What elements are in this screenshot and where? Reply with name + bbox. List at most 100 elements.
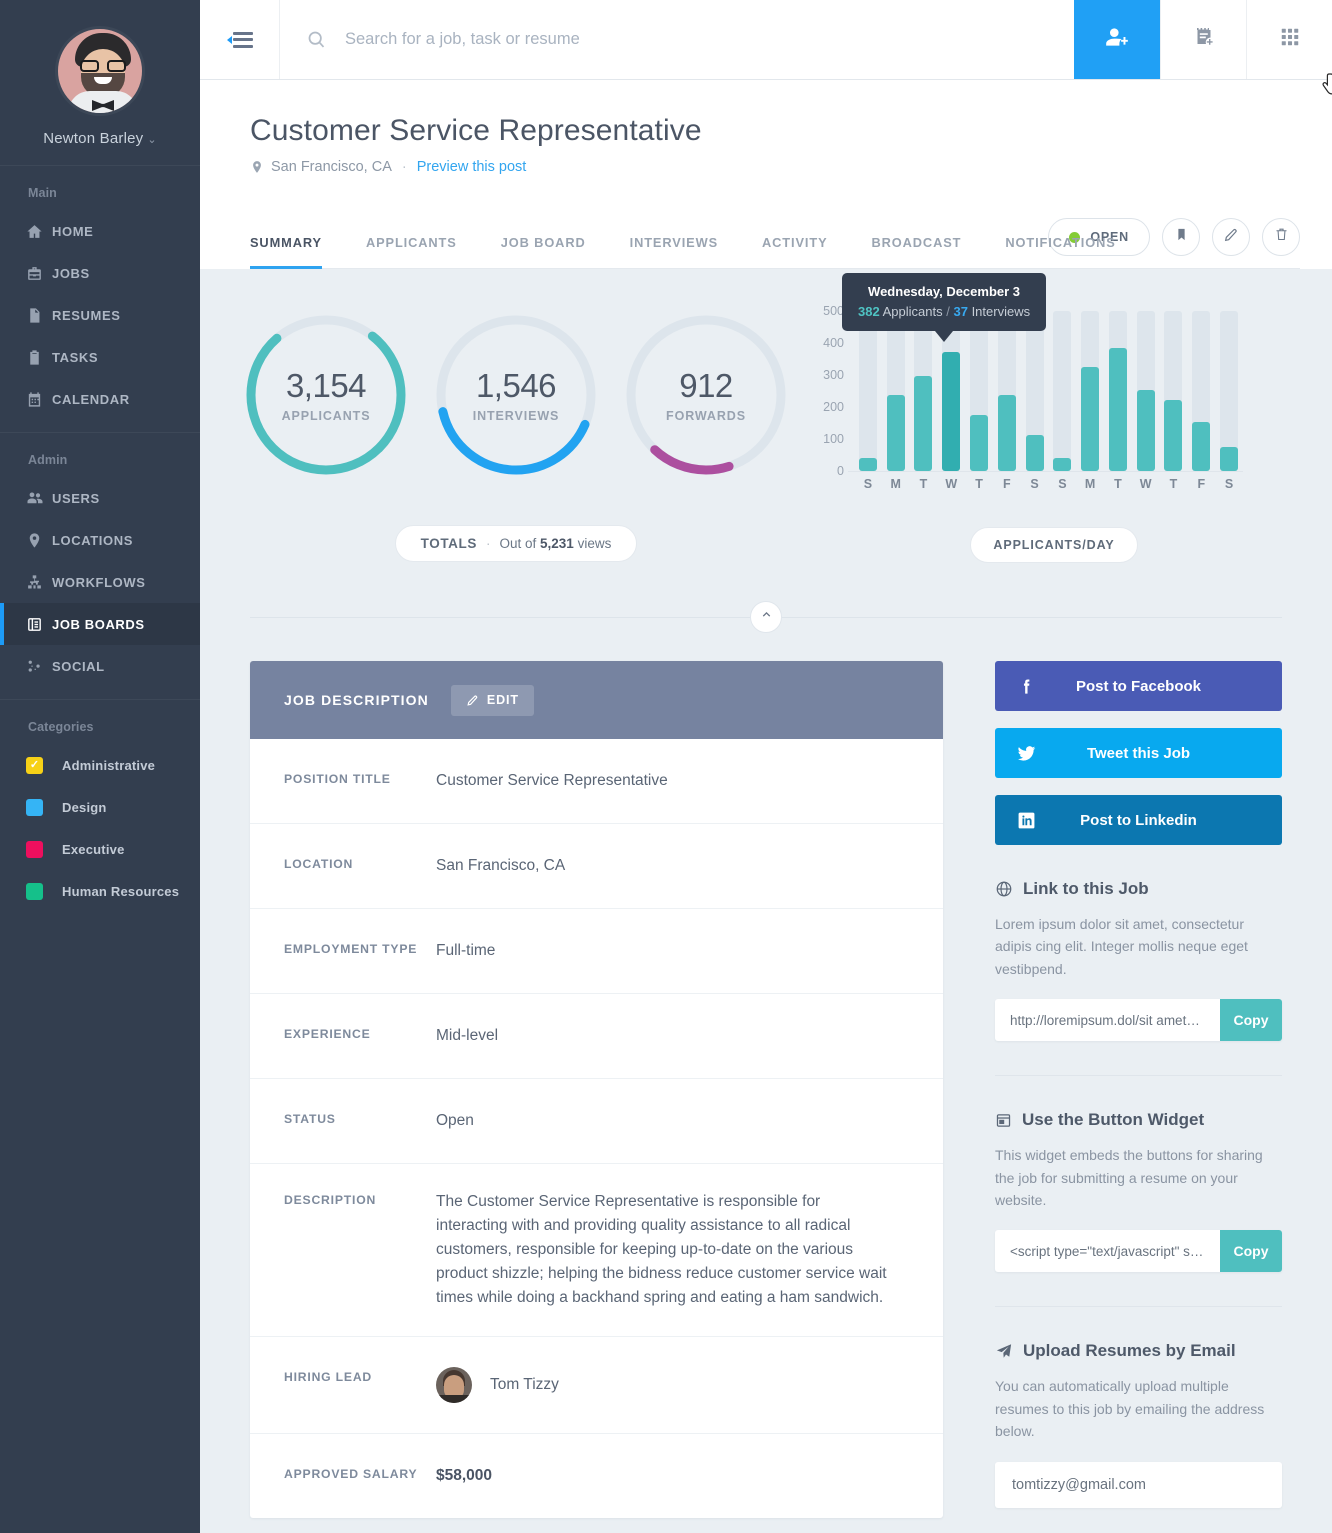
sidebar-item-jobs[interactable]: JOBS bbox=[0, 252, 200, 294]
collapse-toggle-button[interactable] bbox=[750, 601, 782, 633]
chart-bar-slot[interactable] bbox=[1021, 311, 1049, 471]
sidebar-item-home[interactable]: HOME bbox=[0, 210, 200, 252]
job-description-title: JOB DESCRIPTION bbox=[284, 692, 429, 708]
chart-bar-slot[interactable] bbox=[1132, 311, 1160, 471]
search-input[interactable] bbox=[345, 30, 1036, 49]
bookmark-icon bbox=[1174, 227, 1189, 247]
sidebar-item-users[interactable]: USERS bbox=[0, 477, 200, 519]
totals-pill[interactable]: TOTALS · Out of 5,231 views bbox=[395, 525, 638, 562]
sidebar-item-label: LOCATIONS bbox=[52, 533, 133, 548]
tab-summary[interactable]: SUMMARY bbox=[250, 235, 348, 268]
profile-block[interactable]: Newton Barley⌄ bbox=[0, 0, 200, 165]
separator-dot: · bbox=[402, 159, 407, 175]
delete-button[interactable] bbox=[1262, 218, 1300, 256]
chart-tooltip: Wednesday, December 3 382 Applicants / 3… bbox=[842, 273, 1046, 331]
category-item-administrative[interactable]: ✓ Administrative bbox=[0, 744, 200, 786]
field-value: Full-time bbox=[436, 939, 495, 963]
y-tick: 500 bbox=[823, 304, 844, 318]
chart-bar-slot[interactable] bbox=[1187, 311, 1215, 471]
chart-bar-slot[interactable] bbox=[1160, 311, 1188, 471]
tab-interviews[interactable]: INTERVIEWS bbox=[630, 235, 744, 268]
totals-separator: · bbox=[486, 536, 491, 551]
sitemap-icon bbox=[26, 574, 52, 591]
sidebar: Newton Barley⌄ Main HOME JOBS RESUMES TA… bbox=[0, 0, 200, 1533]
tab-activity[interactable]: ACTIVITY bbox=[762, 235, 854, 268]
tab-label: NOTIFICATIONS bbox=[1005, 235, 1115, 250]
field-label: POSITION TITLE bbox=[284, 769, 436, 786]
sidebar-item-job-boards[interactable]: JOB BOARDS bbox=[0, 603, 200, 645]
post-to-linkedin-button[interactable]: Post to Linkedin bbox=[995, 795, 1282, 845]
job-link-input[interactable]: http://loremipsum.dol/sit amet… bbox=[995, 999, 1220, 1041]
board-icon bbox=[26, 616, 52, 633]
job-detail-row: POSITION TITLE Customer Service Represen… bbox=[250, 739, 943, 824]
y-tick: 0 bbox=[837, 464, 844, 478]
chart-bar-slot[interactable] bbox=[965, 311, 993, 471]
edit-button[interactable] bbox=[1212, 218, 1250, 256]
chart-bar-slot[interactable] bbox=[1048, 311, 1076, 471]
checkbox-icon[interactable] bbox=[26, 883, 43, 900]
category-item-design[interactable]: Design bbox=[0, 786, 200, 828]
tab-broadcast[interactable]: BROADCAST bbox=[872, 235, 988, 268]
map-pin-icon bbox=[26, 532, 52, 549]
applicants-per-day-label: APPLICANTS/DAY bbox=[993, 538, 1114, 552]
category-item-human-resources[interactable]: Human Resources bbox=[0, 870, 200, 912]
field-value: The Customer Service Representative is r… bbox=[436, 1190, 896, 1310]
sidebar-item-calendar[interactable]: CALENDAR bbox=[0, 378, 200, 420]
sidebar-item-label: WORKFLOWS bbox=[52, 575, 146, 590]
apps-grid-button[interactable] bbox=[1246, 0, 1332, 79]
section-title: Link to this Job bbox=[1023, 879, 1149, 899]
checkbox-checked-icon[interactable]: ✓ bbox=[26, 757, 43, 774]
chart-bar-slot[interactable] bbox=[1104, 311, 1132, 471]
search-icon bbox=[306, 29, 327, 50]
tweet-this-job-button[interactable]: Tweet this Job bbox=[995, 728, 1282, 778]
bookmark-button[interactable] bbox=[1162, 218, 1200, 256]
add-user-button[interactable] bbox=[1074, 0, 1160, 79]
chart-bar-slot[interactable] bbox=[1076, 311, 1104, 471]
tab-job-board[interactable]: JOB BOARD bbox=[501, 235, 612, 268]
chart-bar bbox=[914, 376, 932, 471]
preview-post-link[interactable]: Preview this post bbox=[417, 159, 527, 175]
sidebar-item-locations[interactable]: LOCATIONS bbox=[0, 519, 200, 561]
x-tick: M bbox=[882, 477, 910, 491]
button-label: Post to Linkedin bbox=[1057, 812, 1282, 829]
sidebar-item-social[interactable]: SOCIAL bbox=[0, 645, 200, 687]
sidebar-item-workflows[interactable]: WORKFLOWS bbox=[0, 561, 200, 603]
chart-bar bbox=[887, 395, 905, 471]
chart-bar-slot[interactable] bbox=[910, 311, 938, 471]
section-title: Use the Button Widget bbox=[1022, 1110, 1204, 1130]
chart-bar-track bbox=[1053, 311, 1071, 471]
applicants-per-day-pill[interactable]: APPLICANTS/DAY bbox=[970, 527, 1137, 563]
job-location-text: San Francisco, CA bbox=[271, 159, 392, 175]
sidebar-collapse-button[interactable] bbox=[200, 0, 280, 79]
add-job-button[interactable] bbox=[1160, 0, 1246, 79]
checkbox-icon[interactable] bbox=[26, 841, 43, 858]
tab-applicants[interactable]: APPLICANTS bbox=[366, 235, 483, 268]
chart-bar-slot[interactable] bbox=[854, 311, 882, 471]
copy-widget-button[interactable]: Copy bbox=[1220, 1230, 1282, 1272]
copy-link-button[interactable]: Copy bbox=[1220, 999, 1282, 1041]
chart-bar bbox=[1026, 435, 1044, 471]
field-label: APPROVED SALARY bbox=[284, 1464, 436, 1481]
profile-name[interactable]: Newton Barley⌄ bbox=[0, 130, 200, 147]
tab-notifications[interactable]: NOTIFICATIONS bbox=[1005, 235, 1141, 268]
donut-value: 1,546 bbox=[476, 367, 556, 405]
chart-bar-slot[interactable] bbox=[1215, 311, 1243, 471]
job-link-field-row: http://loremipsum.dol/sit amet… Copy bbox=[995, 999, 1282, 1041]
sidebar-item-tasks[interactable]: TASKS bbox=[0, 336, 200, 378]
search-bar[interactable] bbox=[280, 0, 1074, 79]
tab-label: INTERVIEWS bbox=[630, 235, 718, 250]
field-label: HIRING LEAD bbox=[284, 1367, 436, 1384]
sidebar-item-resumes[interactable]: RESUMES bbox=[0, 294, 200, 336]
applicants-bar-chart: Wednesday, December 3 382 Applicants / 3… bbox=[808, 311, 1243, 501]
upload-email-input[interactable]: tomtizzy@gmail.com bbox=[995, 1462, 1282, 1508]
x-tick: W bbox=[937, 477, 965, 491]
checkbox-icon[interactable] bbox=[26, 799, 43, 816]
edit-job-description-button[interactable]: EDIT bbox=[451, 685, 534, 716]
category-item-executive[interactable]: Executive bbox=[0, 828, 200, 870]
donut-applicants: 3,154 APPLICANTS bbox=[242, 311, 410, 479]
post-to-facebook-button[interactable]: Post to Facebook bbox=[995, 661, 1282, 711]
share-icon bbox=[26, 658, 52, 675]
chart-bar-slot[interactable] bbox=[993, 311, 1021, 471]
widget-script-input[interactable]: <script type="text/javascript" s… bbox=[995, 1230, 1220, 1272]
chart-bar-slot[interactable] bbox=[882, 311, 910, 471]
